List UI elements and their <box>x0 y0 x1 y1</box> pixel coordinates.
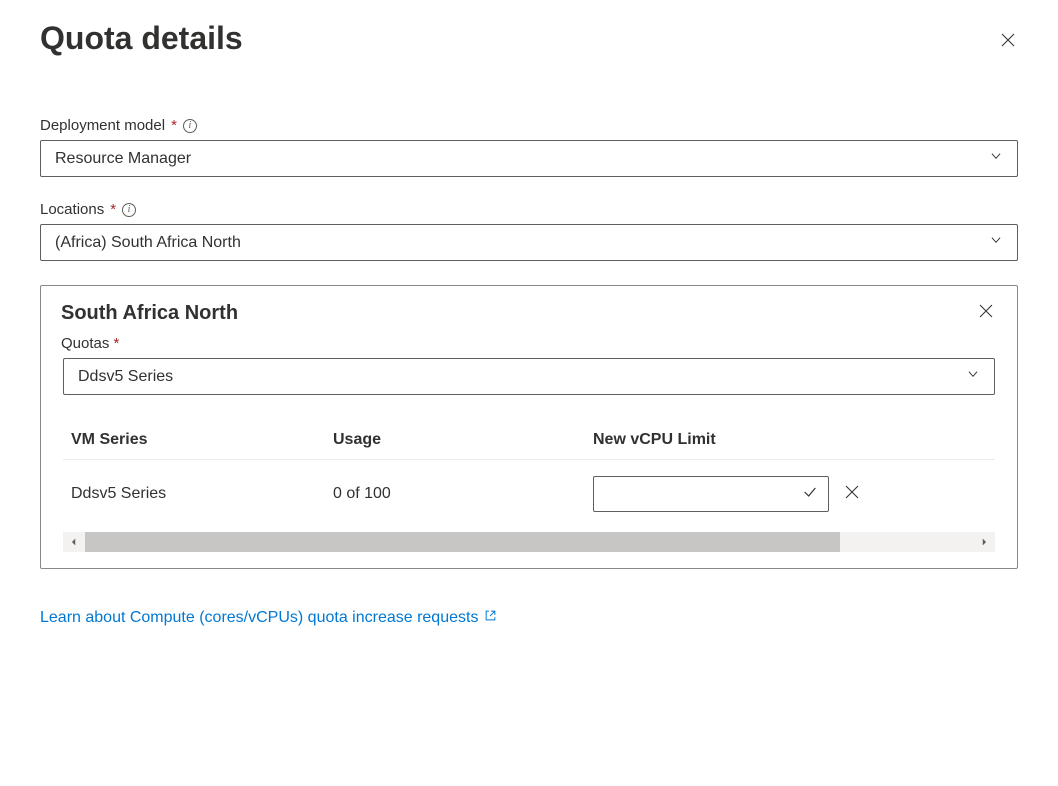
info-icon[interactable]: i <box>122 203 136 217</box>
region-title: South Africa North <box>61 302 238 325</box>
label-text: Deployment model <box>40 117 165 134</box>
chevron-down-icon <box>966 367 980 386</box>
table-row: Ddsv5 Series 0 of 100 <box>63 460 995 528</box>
th-usage: Usage <box>333 431 593 449</box>
quota-table: VM Series Usage New vCPU Limit Ddsv5 Ser… <box>63 421 995 552</box>
required-asterisk: * <box>110 201 116 218</box>
page-title: Quota details <box>40 20 243 57</box>
close-panel-button[interactable] <box>998 30 1018 50</box>
check-icon <box>802 484 818 505</box>
scroll-left-arrow[interactable] <box>63 532 85 552</box>
th-new-limit: New vCPU Limit <box>593 431 995 449</box>
cell-vm-series: Ddsv5 Series <box>63 485 333 503</box>
locations-field: Locations * i (Africa) South Africa Nort… <box>40 201 1018 261</box>
info-icon[interactable]: i <box>183 119 197 133</box>
scroll-thumb[interactable] <box>85 532 840 552</box>
label-text: Quotas <box>61 335 109 352</box>
quotas-label: Quotas * <box>61 335 997 352</box>
cell-usage: 0 of 100 <box>333 485 593 503</box>
select-value: Resource Manager <box>55 150 191 168</box>
scroll-right-arrow[interactable] <box>973 532 995 552</box>
link-text: Learn about Compute (cores/vCPUs) quota … <box>40 609 478 627</box>
external-link-icon <box>484 609 497 627</box>
learn-more-link[interactable]: Learn about Compute (cores/vCPUs) quota … <box>40 609 497 627</box>
locations-select[interactable]: (Africa) South Africa North <box>40 224 1018 261</box>
horizontal-scrollbar[interactable] <box>63 532 995 552</box>
locations-label: Locations * i <box>40 201 1018 218</box>
scroll-track[interactable] <box>85 532 973 552</box>
region-panel: South Africa North Quotas * Ddsv5 Series… <box>40 285 1018 569</box>
table-header-row: VM Series Usage New vCPU Limit <box>63 421 995 460</box>
select-value: (Africa) South Africa North <box>55 234 241 252</box>
deployment-model-select[interactable]: Resource Manager <box>40 140 1018 177</box>
region-close-button[interactable] <box>977 302 997 322</box>
th-vm-series: VM Series <box>63 431 333 449</box>
close-icon <box>999 31 1017 49</box>
select-value: Ddsv5 Series <box>78 368 173 386</box>
required-asterisk: * <box>114 335 120 352</box>
close-icon <box>843 483 861 501</box>
close-icon <box>977 302 995 320</box>
quotas-select[interactable]: Ddsv5 Series <box>63 358 995 395</box>
chevron-down-icon <box>989 149 1003 168</box>
deployment-model-label: Deployment model * i <box>40 117 1018 134</box>
chevron-down-icon <box>989 233 1003 252</box>
remove-row-button[interactable] <box>843 483 861 506</box>
required-asterisk: * <box>171 117 177 134</box>
deployment-model-field: Deployment model * i Resource Manager <box>40 117 1018 177</box>
new-limit-input[interactable] <box>593 476 829 512</box>
label-text: Locations <box>40 201 104 218</box>
